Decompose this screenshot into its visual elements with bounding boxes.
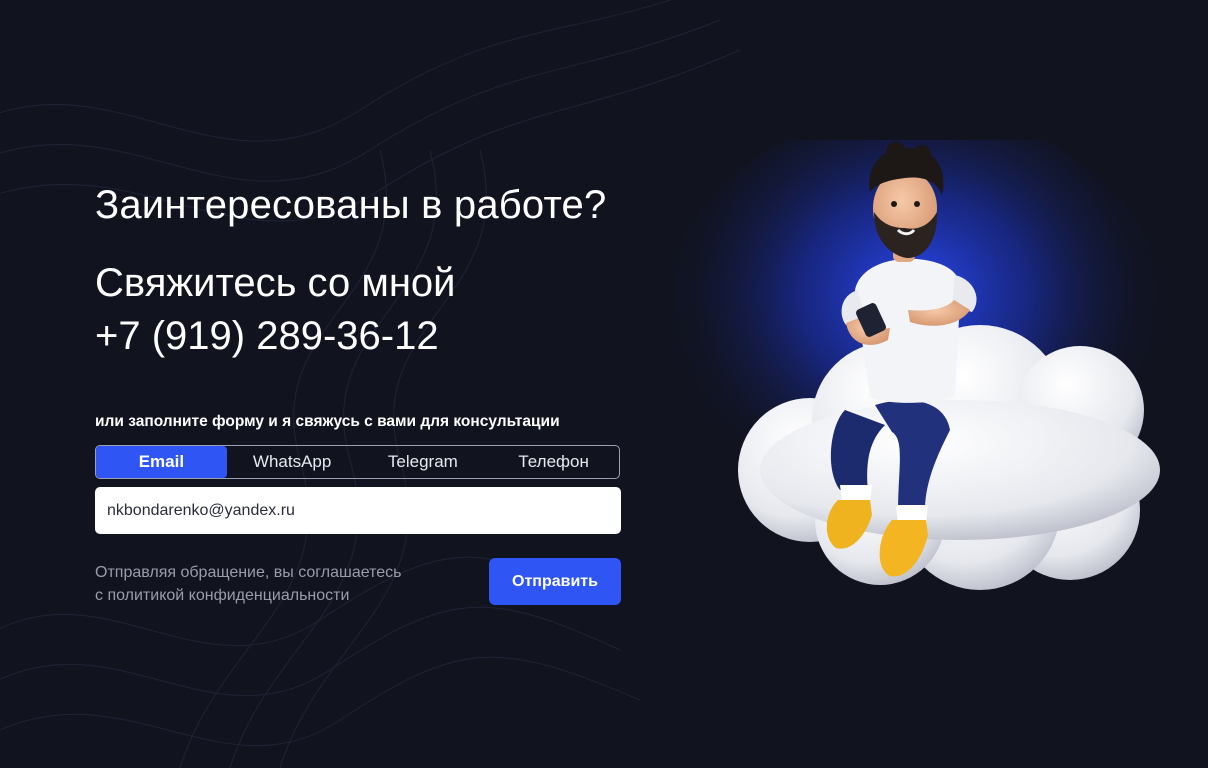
phone-number[interactable]: +7 (919) 289-36-12 [95, 311, 439, 361]
tab-telegram[interactable]: Telegram [358, 446, 489, 478]
man-on-cloud-illustration [660, 140, 1175, 590]
policy-line-2[interactable]: с политикой конфиденциальности [95, 584, 455, 607]
contact-section: Заинтересованы в работе? Свяжитесь со мн… [0, 0, 1208, 768]
policy-line-1: Отправляя обращение, вы соглашаетесь [95, 564, 402, 581]
contact-title: Свяжитесь со мной [95, 261, 456, 305]
tab-whatsapp[interactable]: WhatsApp [227, 446, 358, 478]
email-input[interactable] [95, 487, 621, 534]
headline: Заинтересованы в работе? [95, 183, 607, 227]
submit-button[interactable]: Отправить [489, 558, 621, 605]
tab-email[interactable]: Email [96, 446, 227, 478]
tab-phone[interactable]: Телефон [488, 446, 619, 478]
form-hint: или заполните форму и я свяжусь с вами д… [95, 413, 560, 430]
privacy-policy-notice: Отправляя обращение, вы соглашаетесь с п… [95, 561, 455, 607]
contact-method-tabs: Email WhatsApp Telegram Телефон [95, 445, 620, 479]
